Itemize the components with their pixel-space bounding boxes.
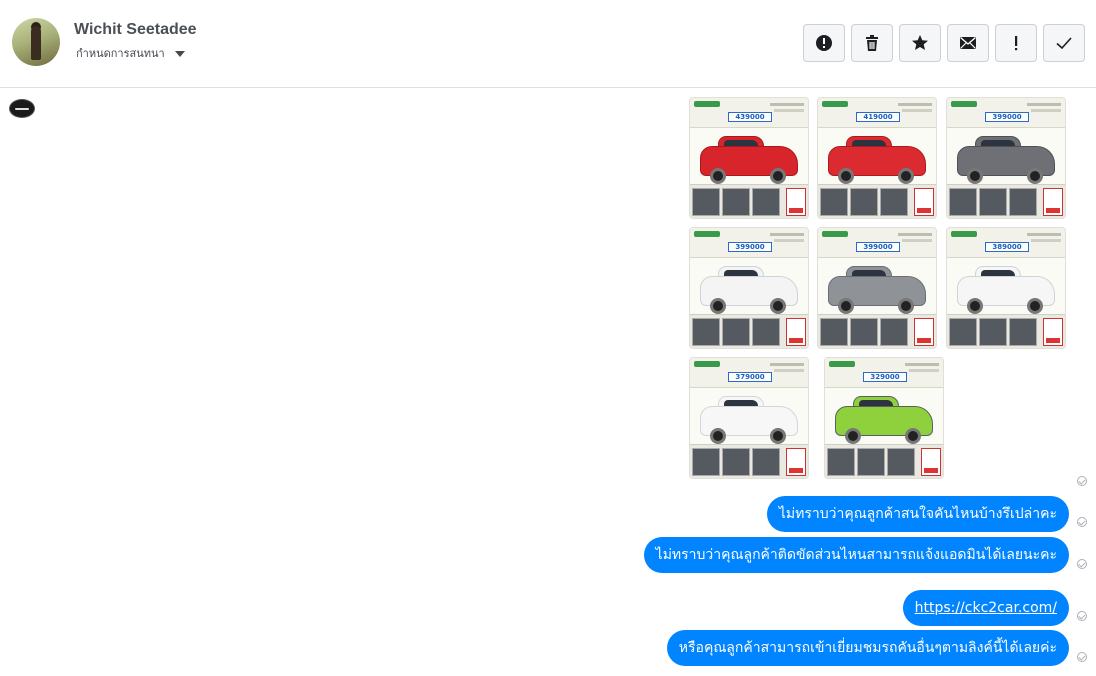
star-icon <box>912 35 928 50</box>
message-link[interactable]: https://ckc2car.com/ <box>915 600 1057 616</box>
seen-indicator-icon <box>1077 559 1087 569</box>
seen-indicator-icon <box>1077 517 1087 527</box>
car-price: 329000 <box>863 372 907 382</box>
conversation-options[interactable]: กำหนดการสนทนา <box>76 44 185 62</box>
exclamation-icon <box>1015 36 1018 51</box>
star-button[interactable] <box>899 24 941 62</box>
car-price: 419000 <box>856 112 900 122</box>
chevron-down-icon[interactable] <box>174 50 185 57</box>
envelope-icon <box>960 36 976 49</box>
seen-indicator-icon <box>1077 652 1087 662</box>
delete-button[interactable] <box>851 24 893 62</box>
mark-unread-button[interactable] <box>947 24 989 62</box>
conversation-options-label: กำหนดการสนทนา <box>76 48 165 60</box>
car-listing-image[interactable]: 329000 <box>824 357 944 479</box>
message-text: ไม่ทราบว่าคุณลูกค้าติดขัดส่วนไหนสามารถแจ… <box>655 547 1057 563</box>
contact-avatar[interactable] <box>12 18 60 66</box>
page-logo[interactable] <box>9 99 35 118</box>
car-listing-image[interactable]: 439000 <box>689 97 809 219</box>
message-bubble[interactable]: ไม่ทราบว่าคุณลูกค้าติดขัดส่วนไหนสามารถแจ… <box>643 537 1069 573</box>
message-link-bubble[interactable]: https://ckc2car.com/ <box>902 590 1069 626</box>
message-bubble[interactable]: หรือคุณลูกค้าสามารถเข้าเยี่ยมชมรถคันอื่น… <box>666 630 1069 666</box>
checkmark-icon <box>1056 37 1072 50</box>
car-price: 379000 <box>728 372 772 382</box>
action-toolbar <box>803 24 1085 62</box>
car-listing-image[interactable]: 419000 <box>817 97 937 219</box>
done-button[interactable] <box>1043 24 1085 62</box>
conversation-header: Wichit Seetadee กำหนดการสนทนา <box>0 0 1096 88</box>
trash-icon <box>866 35 878 51</box>
report-button[interactable] <box>803 24 845 62</box>
message-text: ไม่ทราบว่าคุณลูกค้าสนใจคันไหนบ้างรึเปล่า… <box>778 506 1057 522</box>
car-price: 399000 <box>856 242 900 252</box>
car-listing-image[interactable]: 399000 <box>817 227 937 349</box>
car-listing-image[interactable]: 389000 <box>946 227 1066 349</box>
seen-indicator-icon <box>1077 476 1087 486</box>
car-listing-image[interactable]: 399000 <box>946 97 1066 219</box>
car-price: 389000 <box>985 242 1029 252</box>
message-bubble[interactable]: ไม่ทราบว่าคุณลูกค้าสนใจคันไหนบ้างรึเปล่า… <box>766 496 1069 532</box>
car-price: 439000 <box>728 112 772 122</box>
car-listing-image[interactable]: 379000 <box>689 357 809 479</box>
spam-button[interactable] <box>995 24 1037 62</box>
car-price: 399000 <box>985 112 1029 122</box>
seen-indicator-icon <box>1077 611 1087 621</box>
message-text: หรือคุณลูกค้าสามารถเข้าเยี่ยมชมรถคันอื่น… <box>678 640 1057 656</box>
car-listing-image[interactable]: 399000 <box>689 227 809 349</box>
car-price: 399000 <box>728 242 772 252</box>
report-icon <box>816 35 832 51</box>
contact-name[interactable]: Wichit Seetadee <box>74 21 197 39</box>
